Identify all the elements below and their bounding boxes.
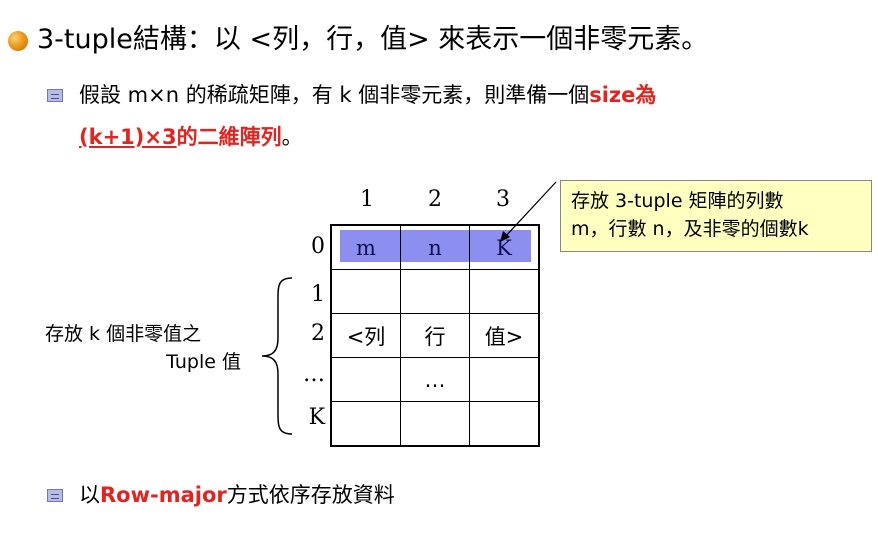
tuple-array-table: m n K <列 行 值> … (330, 224, 540, 447)
column-header-2: 2 (428, 187, 442, 212)
table-cell (330, 357, 401, 402)
bullet-1-line-1: 假設 m×n 的稀疏矩陣，有 k 個非零元素，則準備一個size為 (79, 80, 656, 110)
table-cell (469, 357, 540, 402)
table-row (330, 269, 540, 314)
slide-title: 3-tuple結構：以 <列，行，值> 來表示一個非零元素。 (37, 24, 709, 55)
row-label-0: 0 (311, 234, 325, 259)
array-size-formula: (k+1)×3 (79, 125, 177, 149)
curly-brace-icon (261, 277, 293, 435)
tuple-values-label-line-2: Tuple 值 (166, 351, 241, 373)
row-label-ellipsis: … (303, 362, 325, 387)
table-cell: m (330, 224, 401, 270)
orb-bullet-icon (8, 31, 28, 51)
table-cell: <列 (330, 313, 401, 358)
bullet-2-highlight: Row-major (100, 483, 227, 507)
row-label-2: 2 (311, 321, 325, 346)
bullet-2: 以Row-major方式依序存放資料 (79, 480, 395, 510)
column-header-1: 1 (360, 187, 374, 212)
table-cell (330, 269, 401, 314)
row-label-k: K (308, 405, 325, 430)
table-cell: 行 (400, 313, 470, 358)
table-row: <列 行 值> (330, 313, 540, 358)
callout-line-1: 存放 3-tuple 矩陣的列數 (571, 190, 784, 212)
table-cell (400, 401, 470, 447)
table-row: … (330, 357, 540, 402)
table-row (330, 401, 540, 447)
bullet-1-end: 。 (281, 125, 303, 149)
bullet-2-prefix: 以 (79, 483, 100, 507)
bullet-1-array-text: 的二維陣列 (176, 125, 282, 149)
table-cell (400, 269, 470, 314)
tuple-values-label-line-1: 存放 k 個非零值之 (45, 323, 202, 345)
row-label-1: 1 (311, 282, 325, 307)
square-bullet-icon (47, 489, 63, 502)
bullet-1-line-2: (k+1)×3的二維陣列。 (79, 122, 303, 152)
callout-line-2: m，行數 n，及非零的個數k (571, 218, 809, 240)
table-cell (330, 401, 401, 447)
bullet-1-highlight: size為 (589, 83, 657, 107)
table-cell (469, 401, 540, 447)
callout-arrow-icon (500, 181, 557, 242)
tuple-values-label: 存放 k 個非零值之 Tuple 值 (45, 320, 241, 376)
header-row-callout: 存放 3-tuple 矩陣的列數 m，行數 n，及非零的個數k (560, 180, 872, 252)
bullet-2-suffix: 方式依序存放資料 (226, 483, 395, 507)
bullet-1-text: 假設 m×n 的稀疏矩陣，有 k 個非零元素，則準備一個 (79, 83, 590, 107)
table-cell: n (400, 224, 470, 270)
table-cell: … (400, 357, 470, 402)
table-cell: 值> (469, 313, 540, 358)
square-bullet-icon (47, 89, 63, 102)
table-cell (469, 269, 540, 314)
